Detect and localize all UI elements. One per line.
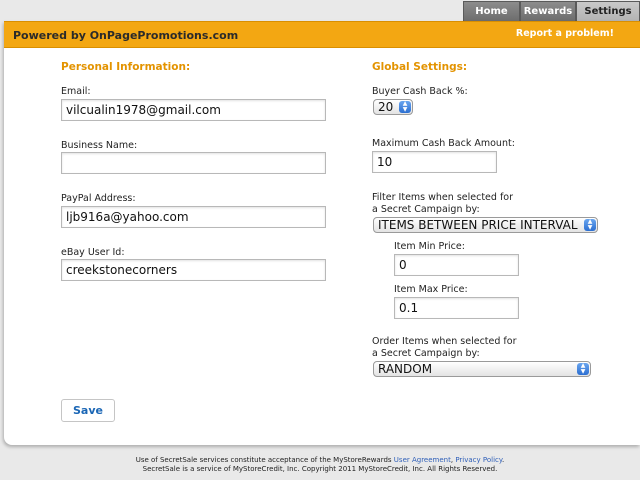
max-price-field[interactable]: 0.1 [394,297,519,319]
personal-info-title: Personal Information: [61,61,191,73]
select-arrows-icon: ▲ ▼ [399,101,411,113]
tab-settings[interactable]: Settings [576,1,640,21]
ebay-user-label: eBay User Id: [61,247,125,258]
ebay-user-field[interactable]: creekstonecorners [61,259,326,281]
powered-by-text: Powered by OnPagePromotions.com [13,29,239,42]
max-cashback-field[interactable]: 10 [372,151,497,173]
header-bar: Powered by OnPagePromotions.com Report a… [4,21,640,48]
max-cashback-label: Maximum Cash Back Amount: [372,138,515,149]
business-name-field[interactable] [61,152,326,174]
paypal-label: PayPal Address: [61,193,136,204]
business-name-label: Business Name: [61,140,138,151]
order-select[interactable]: RANDOM ▲ ▼ [373,361,591,377]
order-label-line2: a Secret Campaign by: [372,348,480,359]
global-settings-title: Global Settings: [372,61,468,73]
filter-label-line2: a Secret Campaign by: [372,204,480,215]
cashback-select[interactable]: 20 ▲ ▼ [373,99,413,115]
select-arrows-icon: ▲ ▼ [577,363,589,375]
cashback-label: Buyer Cash Back %: [372,86,468,97]
save-button[interactable]: Save [61,399,115,422]
footer-line-1: Use of SecretSale services constitute ac… [0,456,640,464]
max-price-label: Item Max Price: [394,284,468,295]
footer-line-2: SecretSale is a service of MyStoreCredit… [142,465,498,473]
report-problem-link[interactable]: Report a problem! [516,28,614,39]
min-price-label: Item Min Price: [394,241,465,252]
cashback-value: 20 [378,100,394,114]
order-value: RANDOM [378,362,433,376]
filter-select[interactable]: ITEMS BETWEEN PRICE INTERVAL ▲ ▼ [373,217,598,233]
top-nav: Home Rewards Settings [463,1,640,21]
select-arrows-icon: ▲ ▼ [584,219,596,231]
email-field[interactable]: vilcualin1978@gmail.com [61,99,326,121]
min-price-field[interactable]: 0 [394,254,519,276]
email-label: Email: [61,86,91,97]
privacy-policy-link[interactable]: Privacy Policy [455,456,502,464]
user-agreement-link[interactable]: User Agreement [394,456,451,464]
settings-panel: Powered by OnPagePromotions.com Report a… [4,21,640,445]
filter-value: ITEMS BETWEEN PRICE INTERVAL [378,218,578,232]
paypal-field[interactable]: ljb916a@yahoo.com [61,206,326,228]
footer-text: Use of SecretSale services constitute ac… [135,456,394,464]
footer-period: . [502,456,505,464]
tab-rewards[interactable]: Rewards [520,1,576,21]
tab-home[interactable]: Home [463,1,520,21]
